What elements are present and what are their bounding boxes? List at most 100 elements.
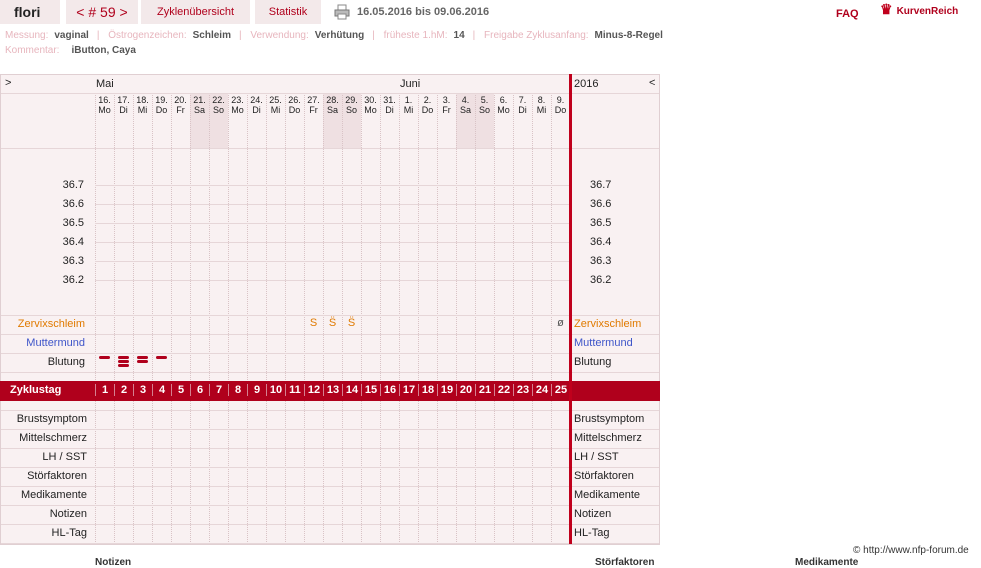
- value-verwendung: Verhütung: [314, 30, 365, 41]
- day-date: 9.: [556, 95, 565, 105]
- cycle-day-number: 25: [551, 384, 570, 396]
- day-date: 7.: [518, 95, 527, 105]
- nav-right-button[interactable]: <: [649, 77, 655, 89]
- day-weekday: Fr: [176, 105, 185, 115]
- row-label-right: Brustsymptom: [574, 413, 645, 425]
- day-weekday: Mo: [98, 105, 111, 115]
- temp-gridline: [95, 242, 569, 243]
- day-date: 23.: [231, 95, 244, 105]
- temp-gridline: [95, 261, 569, 262]
- bleeding-mark: [118, 356, 129, 359]
- cycle-day-number: 9: [247, 384, 266, 396]
- temp-label-right: 36.4: [590, 236, 612, 248]
- value-kommentar: iButton, Caya: [71, 45, 136, 56]
- cycle-day-number: 18: [418, 384, 437, 396]
- day-date: 25.: [269, 95, 282, 105]
- day-weekday: So: [212, 105, 224, 115]
- temp-label-right: 36.6: [590, 198, 612, 210]
- cycle-navigator[interactable]: < # 59 >: [66, 0, 138, 24]
- cycle-day-number: 5: [171, 384, 190, 396]
- day-date: 29.: [345, 95, 358, 105]
- tab-statistics[interactable]: Statistik: [255, 0, 321, 24]
- month-label: Juni: [400, 78, 421, 90]
- day-date: 26.: [288, 95, 301, 105]
- faq-link[interactable]: FAQ: [836, 2, 859, 26]
- logo[interactable]: ♛ KurvenReich: [880, 0, 980, 21]
- row-label-right: Mittelschmerz: [574, 432, 642, 444]
- cycle-day-number: 7: [209, 384, 228, 396]
- cervix-mark: S: [309, 317, 318, 329]
- row-label-right: Blutung: [574, 356, 612, 368]
- value-oestrogen: Schleim: [192, 30, 231, 41]
- day-date: 8.: [537, 95, 546, 105]
- cycle-day-number: 24: [532, 384, 551, 396]
- day-weekday: Fr: [442, 105, 451, 115]
- row-label-right: Störfaktoren: [574, 470, 634, 482]
- day-weekday: Sa: [459, 105, 471, 115]
- day-weekday: Mi: [536, 105, 547, 115]
- cycle-chart: > <2016 Mai Juni 16. Mo 17. Di 18. Mi 19. Do 20. Fr 21…: [0, 74, 660, 545]
- temp-label: 36.2: [62, 274, 84, 286]
- day-weekday: Fr: [309, 105, 318, 115]
- nav-left-button[interactable]: >: [5, 77, 11, 89]
- logo-text: KurvenReich: [896, 6, 959, 17]
- day-weekday: Mi: [403, 105, 414, 115]
- day-date: 16.: [98, 95, 111, 105]
- cycle-day-number: 22: [494, 384, 513, 396]
- label-messung: Messung:: [5, 30, 49, 41]
- printer-icon[interactable]: [334, 4, 350, 20]
- cycle-day-number: 11: [285, 384, 304, 396]
- user-name: flori: [0, 0, 60, 24]
- day-date: 6.: [499, 95, 508, 105]
- cycle-day-number: 13: [323, 384, 342, 396]
- bleeding-mark: [118, 360, 129, 363]
- day-weekday: Di: [385, 105, 394, 115]
- date-range: 16.05.2016 bis 09.06.2016: [357, 6, 490, 18]
- cycle-day-number: 8: [228, 384, 247, 396]
- cycle-day-number: 2: [114, 384, 133, 396]
- cycle-day-number: 12: [304, 384, 323, 396]
- day-date: 3.: [442, 95, 451, 105]
- cycle-day-number: 23: [513, 384, 532, 396]
- temp-label-right: 36.3: [590, 255, 612, 267]
- row-label: Notizen: [49, 508, 87, 520]
- day-date: 21.: [193, 95, 206, 105]
- cervix-mark: ø: [557, 317, 564, 329]
- cervix-mark: S̈: [347, 317, 356, 329]
- row-label: Störfaktoren: [27, 470, 87, 482]
- bleeding-mark: [137, 360, 148, 363]
- row-label: Mittelschmerz: [19, 432, 87, 444]
- day-date: 24.: [250, 95, 263, 105]
- temp-gridline: [95, 280, 569, 281]
- day-weekday: Mi: [137, 105, 148, 115]
- temp-label: 36.3: [62, 255, 84, 267]
- cycle-day-number: 3: [133, 384, 152, 396]
- day-date: 31.: [383, 95, 396, 105]
- day-date: 19.: [155, 95, 168, 105]
- temp-label-right: 36.7: [590, 179, 612, 191]
- info-line-2: Kommentar: iButton, Caya: [5, 45, 144, 56]
- month-label: Mai: [96, 78, 114, 90]
- cycle-day-number: 1: [95, 384, 114, 396]
- cycle-day-number: 4: [152, 384, 171, 396]
- day-weekday: Sa: [326, 105, 338, 115]
- day-weekday: Sa: [193, 105, 205, 115]
- day-date: 5.: [480, 95, 489, 105]
- day-date: 1.: [404, 95, 413, 105]
- tab-cycle-overview[interactable]: Zyklenübersicht: [141, 0, 250, 24]
- temp-label: 36.7: [62, 179, 84, 191]
- cycle-day-number: 6: [190, 384, 209, 396]
- day-weekday: Mo: [497, 105, 510, 115]
- cycle-day-number: 17: [399, 384, 418, 396]
- top-bar: flori < # 59 > Zyklenübersicht Statistik…: [0, 0, 981, 26]
- temp-label: 36.4: [62, 236, 84, 248]
- info-line-1: Messung: vaginal | Östrogenzeichen: Schleim…: [5, 30, 663, 41]
- cycle-day-number: 14: [342, 384, 361, 396]
- row-label-right: Medikamente: [574, 489, 641, 501]
- label-verwendung: Verwendung:: [250, 30, 309, 41]
- row-label-right: Muttermund: [574, 337, 633, 349]
- day-date: 28.: [326, 95, 339, 105]
- day-date: 17.: [117, 95, 130, 105]
- day-weekday: Mi: [270, 105, 281, 115]
- chart-border: [0, 74, 660, 545]
